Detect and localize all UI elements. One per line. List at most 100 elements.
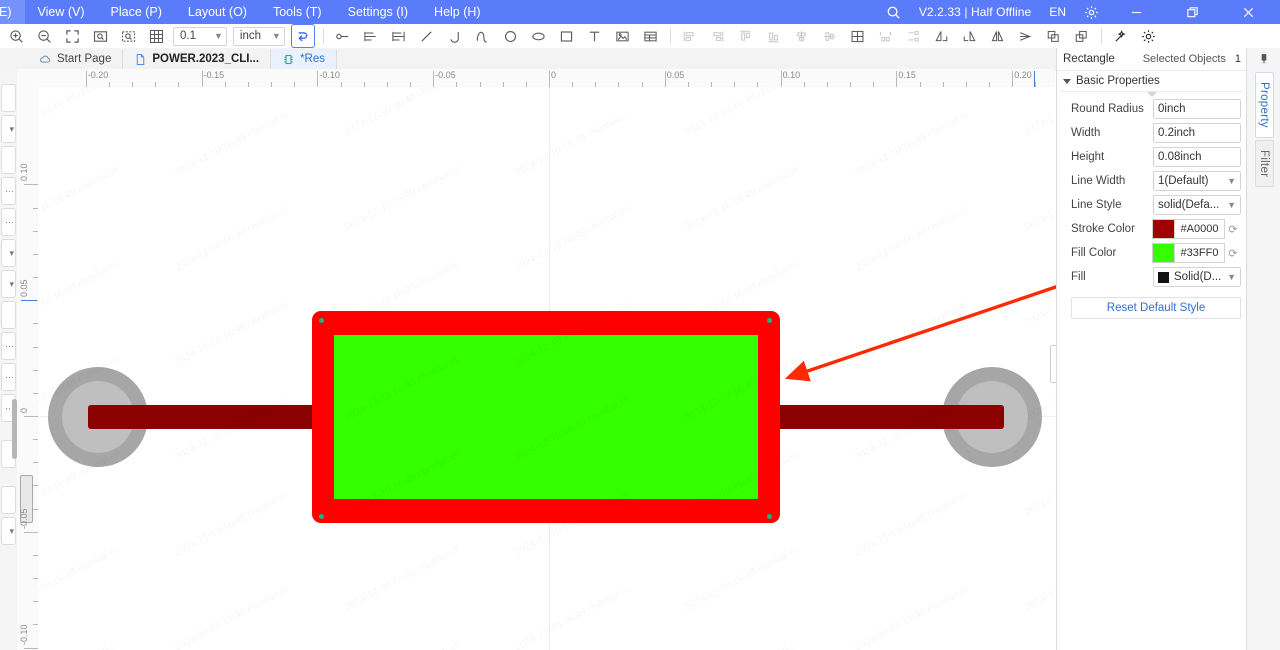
- left-collapsed-panel[interactable]: ▾ ⋯ ⋯ ▾ ▾ ⋯ ⋯ ⋯ ▾: [0, 69, 18, 650]
- align-left-icon[interactable]: [679, 25, 701, 47]
- pin-icon[interactable]: [1247, 48, 1280, 70]
- rail-item[interactable]: ⋯: [1, 208, 16, 236]
- resize-handle-tr[interactable]: [767, 318, 772, 323]
- resize-handle-bl[interactable]: [319, 514, 324, 519]
- bring-front-icon[interactable]: [1043, 25, 1065, 47]
- fill-color-hex[interactable]: #33FF0: [1174, 243, 1225, 263]
- search-icon[interactable]: [877, 0, 910, 24]
- field-label: Width: [1071, 127, 1101, 139]
- rectangle-tool-icon[interactable]: [556, 25, 578, 47]
- zoom-area-icon[interactable]: [89, 25, 111, 47]
- rail-item[interactable]: ⋯: [1, 177, 16, 205]
- align-center-h-icon[interactable]: [791, 25, 813, 47]
- menu-item-place[interactable]: Place (P): [98, 0, 175, 24]
- distribute-grid-icon[interactable]: [847, 25, 869, 47]
- distribute-h-icon[interactable]: [875, 25, 897, 47]
- menu-item-tools[interactable]: Tools (T): [260, 0, 335, 24]
- rail-item[interactable]: ▾: [1, 115, 16, 143]
- close-button[interactable]: [1220, 0, 1276, 24]
- menu-item-layout[interactable]: Layout (O): [175, 0, 260, 24]
- align-right-icon[interactable]: [707, 25, 729, 47]
- zoom-out-icon[interactable]: [33, 25, 55, 47]
- spline-tool-icon[interactable]: [472, 25, 494, 47]
- table-tool-icon[interactable]: [640, 25, 662, 47]
- menu-item-help[interactable]: Help (H): [421, 0, 494, 24]
- stroke-color-swatch[interactable]: [1152, 219, 1174, 239]
- rail-item[interactable]: ▾: [1, 239, 16, 267]
- fill-mode-select[interactable]: Solid(D... ▼: [1153, 267, 1241, 287]
- fit-to-screen-icon[interactable]: [61, 25, 83, 47]
- circle-tool-icon[interactable]: [500, 25, 522, 47]
- tab-property[interactable]: Property: [1254, 72, 1274, 138]
- width-input[interactable]: 0.2inch: [1153, 123, 1241, 143]
- height-input[interactable]: 0.08inch: [1153, 147, 1241, 167]
- arc-tool-icon[interactable]: [444, 25, 466, 47]
- send-back-icon[interactable]: [1071, 25, 1093, 47]
- selected-objects-count: 1: [1234, 53, 1241, 65]
- stroke-color-control[interactable]: #A0000 ⟳: [1152, 219, 1241, 239]
- flip-a-icon[interactable]: [931, 25, 953, 47]
- zoom-selection-icon[interactable]: [117, 25, 139, 47]
- text-tool-icon[interactable]: [584, 25, 606, 47]
- rail-item[interactable]: ⋯: [1, 332, 16, 360]
- pad-tool-icon[interactable]: [332, 25, 354, 47]
- align-center-v-icon[interactable]: [819, 25, 841, 47]
- minimize-button[interactable]: [1108, 0, 1164, 24]
- reset-stroke-color-icon[interactable]: ⟳: [1225, 223, 1241, 236]
- tab-power-2023-cli[interactable]: POWER.2023_CLI...: [123, 49, 272, 69]
- zoom-in-icon[interactable]: [5, 25, 27, 47]
- rail-item[interactable]: ▾: [1, 517, 16, 545]
- rail-item[interactable]: [1, 84, 16, 112]
- resize-handle-tl[interactable]: [319, 318, 324, 323]
- align-top-icon[interactable]: [735, 25, 757, 47]
- fill-color-control[interactable]: #33FF0 ⟳: [1152, 243, 1241, 263]
- magic-select-icon[interactable]: [1110, 25, 1132, 47]
- flip-d-icon[interactable]: [1015, 25, 1037, 47]
- fill-color-swatch[interactable]: [1152, 243, 1174, 263]
- distribute-v-icon[interactable]: [903, 25, 925, 47]
- rail-item[interactable]: [1, 146, 16, 174]
- line-tool-icon[interactable]: [416, 25, 438, 47]
- stroke-color-hex[interactable]: #A0000: [1174, 219, 1225, 239]
- reset-default-style-button[interactable]: Reset Default Style: [1071, 297, 1241, 319]
- lead-right[interactable]: [756, 405, 1004, 429]
- align-bottom-icon[interactable]: [763, 25, 785, 47]
- grid-size-select[interactable]: 0.1 ▼: [173, 26, 227, 46]
- rectangle-shape[interactable]: [334, 335, 758, 499]
- menu-item-settings[interactable]: Settings (I): [335, 0, 421, 24]
- image-tool-icon[interactable]: [612, 25, 634, 47]
- flip-c-icon[interactable]: [987, 25, 1009, 47]
- canvas-watermark: 2024-12-10 16:49 chenhai.cc: [853, 298, 972, 369]
- reset-fill-color-icon[interactable]: ⟳: [1225, 247, 1241, 260]
- tab-start-page[interactable]: Start Page: [28, 49, 124, 69]
- design-canvas[interactable]: 2024-12-10 16:49 chenhai.cc 2024-12-10 16…: [38, 87, 1055, 650]
- vertical-ruler[interactable]: 0.10 0.05 0 -0.05 -0.10: [17, 87, 39, 650]
- horizontal-ruler[interactable]: -0.20 -0.15 -0.10 -0.05 0 0.05 0.10 0.15 0.20: [38, 69, 1055, 88]
- snap-magnet-icon[interactable]: [290, 24, 315, 48]
- basic-properties-section-header[interactable]: Basic Properties: [1057, 71, 1247, 91]
- menu-item-view[interactable]: View (V): [25, 0, 98, 24]
- maximize-button[interactable]: [1164, 0, 1220, 24]
- menu-item-file[interactable]: E): [0, 0, 25, 24]
- line-style-select[interactable]: solid(Defa... ▼: [1153, 195, 1241, 215]
- grid-icon[interactable]: [145, 25, 167, 47]
- round-radius-input[interactable]: 0inch: [1153, 99, 1241, 119]
- rail-item[interactable]: [1, 301, 16, 329]
- ruler-corner[interactable]: [17, 69, 39, 88]
- resize-handle-br[interactable]: [767, 514, 772, 519]
- align-list-icon[interactable]: [360, 25, 382, 47]
- tab-res[interactable]: *Res: [271, 49, 338, 69]
- gear-icon[interactable]: [1075, 0, 1108, 24]
- rail-item[interactable]: [1, 486, 16, 514]
- tab-filter[interactable]: Filter: [1254, 139, 1274, 188]
- rail-item[interactable]: ⋯: [1, 363, 16, 391]
- settings-gear-icon[interactable]: [1138, 25, 1160, 47]
- flip-b-icon[interactable]: [959, 25, 981, 47]
- lead-left[interactable]: [88, 405, 336, 429]
- ellipse-tool-icon[interactable]: [528, 25, 550, 47]
- language-button[interactable]: EN: [1040, 0, 1075, 24]
- distribute-list-icon[interactable]: [388, 25, 410, 47]
- rail-item[interactable]: ▾: [1, 270, 16, 298]
- line-width-select[interactable]: 1(Default) ▼: [1153, 171, 1241, 191]
- unit-select[interactable]: inch ▼: [232, 26, 285, 46]
